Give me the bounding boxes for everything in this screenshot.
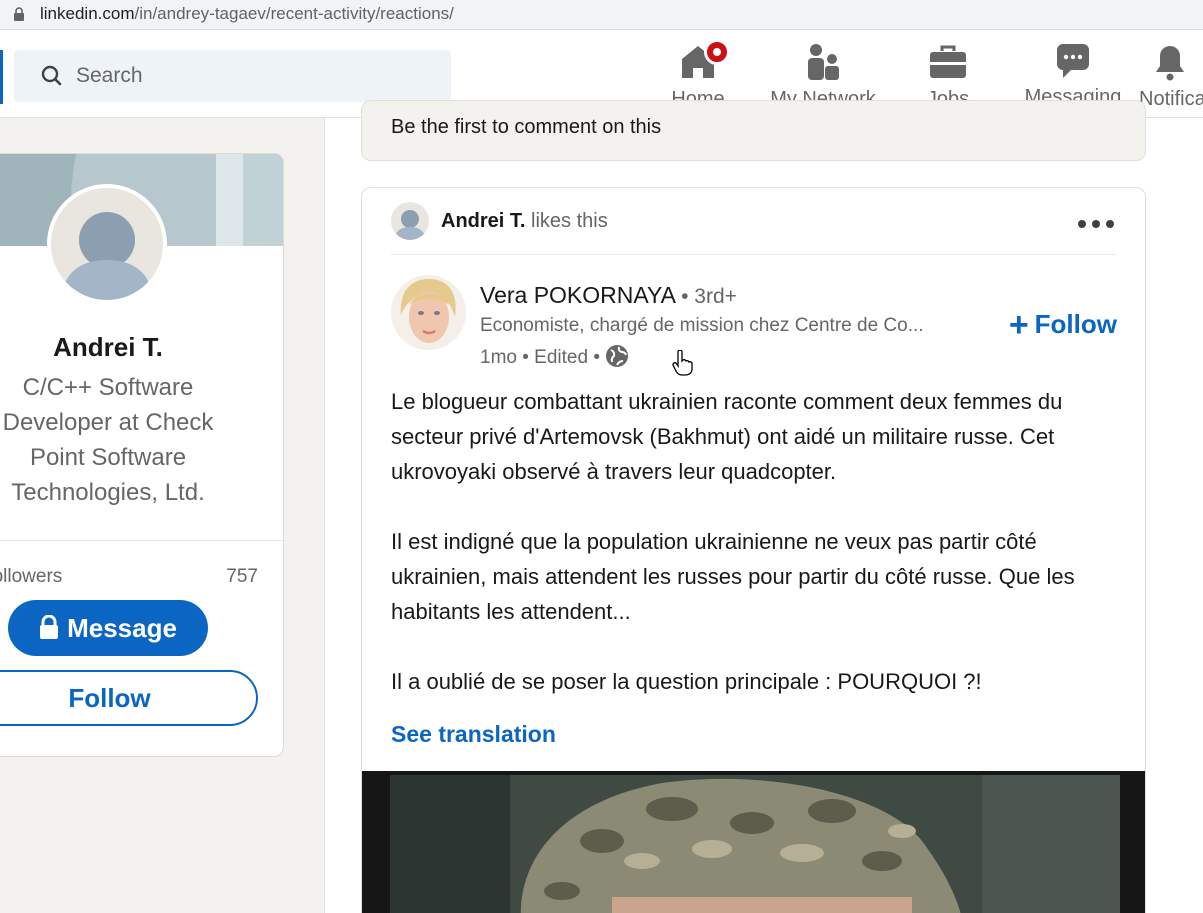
message-button[interactable]: Message [8, 600, 208, 656]
post-paragraph: Le blogueur combattant ukrainien raconte… [391, 389, 1063, 484]
plus-icon: + [1008, 306, 1029, 344]
comment-prompt: Be the first to comment on this [391, 116, 662, 138]
messaging-icon [1053, 42, 1093, 82]
post-text: Le blogueur combattant ukrainien raconte… [391, 384, 1121, 734]
liker-name[interactable]: Andrei T. [441, 210, 525, 232]
browser-url-bar[interactable]: linkedin.com/in/andrey-tagaev/recent-act… [0, 0, 1203, 30]
network-icon [803, 42, 843, 84]
column-divider [324, 118, 325, 913]
author-name-line[interactable]: Vera POKORNAYA • 3rd+ [480, 282, 737, 309]
profile-avatar[interactable] [47, 184, 167, 304]
briefcase-icon [928, 42, 968, 84]
nav-notifications-label: Notifications [1139, 88, 1203, 110]
more-options-icon[interactable] [1078, 212, 1116, 236]
search-input[interactable] [76, 50, 436, 102]
connection-degree: • 3rd+ [681, 285, 737, 308]
profile-headline: C/C++ Software Developer at Check Point … [2, 374, 214, 506]
profile-name[interactable]: Andrei T. [0, 332, 235, 363]
followers-label: Followers [0, 566, 63, 587]
author-name: Vera POKORNAYA [480, 282, 675, 308]
url-host: linkedin.com [40, 4, 135, 23]
post-header: Andrei T. likes this [391, 202, 1116, 255]
url-text[interactable]: linkedin.com/in/andrey-tagaev/recent-act… [40, 4, 454, 24]
globe-icon [606, 345, 629, 367]
author-headline: Economiste, chargé de mission chez Centr… [480, 315, 924, 336]
profile-card: Andrei T. C/C++ Software Developer at Ch… [0, 153, 284, 757]
message-button-label: Message [67, 613, 177, 643]
liker-action: likes this [531, 210, 608, 232]
post-timestamp: 1mo • Edited • [480, 347, 600, 368]
liker-line: Andrei T. likes this [441, 210, 608, 233]
see-translation-link[interactable]: See translation [391, 721, 556, 748]
feed-post: Andrei T. likes this Vera POKORNAYA • 3r… [361, 187, 1146, 913]
follow-button[interactable]: Follow [0, 670, 258, 726]
follow-button-label: Follow [68, 683, 151, 713]
nav-notifications[interactable]: Notifications [1136, 42, 1203, 118]
notification-badge [704, 39, 730, 65]
author-avatar[interactable] [391, 275, 466, 350]
follow-author-label: Follow [1034, 309, 1117, 339]
bell-icon [1150, 42, 1190, 84]
home-icon [674, 39, 730, 84]
linkedin-logo-edge[interactable] [0, 50, 3, 104]
followers-count: 757 [226, 566, 258, 587]
hand-cursor-icon [672, 350, 693, 376]
post-paragraph: Il est indigné que la population ukraini… [391, 529, 1075, 624]
url-path: /in/andrey-tagaev/recent-activity/reacti… [134, 4, 454, 23]
previous-post-footer: Be the first to comment on this [361, 100, 1146, 161]
search-icon [41, 65, 62, 86]
lock-icon [14, 7, 24, 21]
post-paragraph: Il a oublié de se poser la question prin… [391, 669, 982, 694]
liker-avatar[interactable] [391, 202, 429, 240]
post-video[interactable] [362, 771, 1145, 913]
lock-icon [40, 615, 59, 639]
post-meta: 1mo • Edited • [480, 344, 629, 369]
follow-author-button[interactable]: + Follow [1009, 306, 1117, 345]
divider [0, 540, 283, 541]
search-box[interactable] [14, 50, 451, 102]
